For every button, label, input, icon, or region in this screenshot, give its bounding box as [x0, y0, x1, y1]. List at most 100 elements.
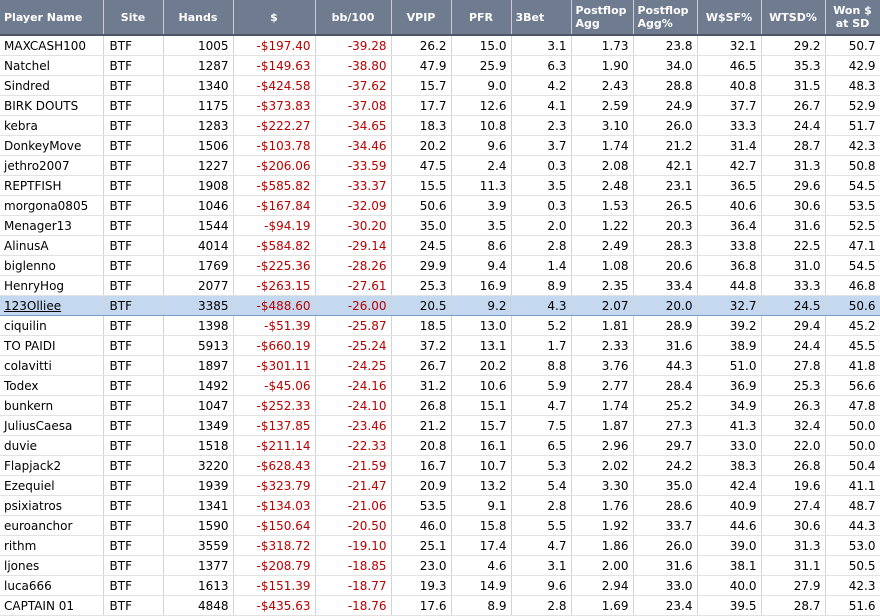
hands-cell: 1518: [163, 435, 234, 456]
table-row[interactable]: JuliusCaesa BTF 1349 -$137.85 -23.46 21.2 15.7…: [0, 415, 880, 436]
postflop-agg-cell: 1.74: [571, 135, 634, 156]
table-row[interactable]: psixiatros BTF 1341 -$134.03 -21.06 53.5 9.1 2.…: [0, 495, 880, 516]
table-row[interactable]: jethro2007 BTF 1227 -$206.06 -33.59 47.5 2.4 0.…: [0, 155, 880, 176]
3bet-cell: 0.3: [511, 155, 572, 176]
won-at-sd-cell: 45.2: [825, 315, 880, 336]
column-header-won-at-sd[interactable]: Won $ at SD: [825, 0, 880, 36]
vpip-cell: 37.2: [391, 335, 452, 356]
wsf-cell: 32.7: [697, 295, 762, 316]
won-at-sd-cell: 53.5: [825, 195, 880, 216]
wsf-cell: 31.4: [697, 135, 762, 156]
table-row[interactable]: 123Olliee BTF 3385 -$488.60 -26.00 20.5 9.2 4.3…: [0, 295, 880, 316]
table-row[interactable]: euroanchor BTF 1590 -$150.64 -20.50 46.0 15.8 5…: [0, 515, 880, 536]
table-row[interactable]: REPTFISH BTF 1908 -$585.82 -33.37 15.5 11.3 3.5…: [0, 175, 880, 196]
table-row[interactable]: Menager13 BTF 1544 -$94.19 -30.20 35.0 3.5 2.0 1…: [0, 215, 880, 236]
won-at-sd-cell: 45.5: [825, 335, 880, 356]
3bet-cell: 4.7: [511, 535, 572, 556]
player-name-cell: HenryHog: [0, 275, 104, 296]
postflop-agg-pct-cell: 33.0: [633, 575, 698, 596]
column-header-postflop-agg[interactable]: Postflop Agg: [571, 0, 634, 36]
postflop-agg-cell: 3.76: [571, 355, 634, 376]
3bet-cell: 5.3: [511, 455, 572, 476]
bb100-cell: -29.14: [315, 235, 392, 256]
table-row[interactable]: DonkeyMove BTF 1506 -$103.78 -34.46 20.2 9.6 3.…: [0, 135, 880, 156]
table-row[interactable]: Todex BTF 1492 -$45.06 -24.16 31.2 10.6 5.9 2.77…: [0, 375, 880, 396]
column-header-wtsd[interactable]: WTSD%: [761, 0, 826, 36]
column-header-hands[interactable]: Hands: [163, 0, 234, 36]
won-at-sd-cell: 51.7: [825, 115, 880, 136]
won-at-sd-cell: 54.5: [825, 255, 880, 276]
column-header-bb100[interactable]: bb/100: [315, 0, 392, 36]
site-cell: BTF: [103, 275, 164, 296]
dollars-cell: -$150.64: [233, 515, 316, 536]
wsf-cell: 33.3: [697, 115, 762, 136]
table-row[interactable]: Sindred BTF 1340 -$424.58 -37.62 15.7 9.0 4.2 2.…: [0, 75, 880, 96]
table-row[interactable]: Natchel BTF 1287 -$149.63 -38.80 47.9 25.9 6.3 1…: [0, 55, 880, 76]
column-header-postflop-agg-pct[interactable]: Postflop Agg%: [633, 0, 698, 36]
table-row[interactable]: HenryHog BTF 2077 -$263.15 -27.61 25.3 16.9 8.9…: [0, 275, 880, 296]
hands-cell: 3385: [163, 295, 234, 316]
wsf-cell: 40.6: [697, 195, 762, 216]
vpip-cell: 15.7: [391, 75, 452, 96]
player-name-cell: Todex: [0, 375, 104, 396]
player-name-cell: duvie: [0, 435, 104, 456]
3bet-cell: 5.5: [511, 515, 572, 536]
pfr-cell: 9.6: [451, 135, 512, 156]
table-row[interactable]: TO PAIDI BTF 5913 -$660.19 -25.24 37.2 13.1 1.7…: [0, 335, 880, 356]
table-row[interactable]: morgona0805 BTF 1046 -$167.84 -32.09 50.6 3.9 0…: [0, 195, 880, 216]
bb100-cell: -22.33: [315, 435, 392, 456]
bb100-cell: -37.08: [315, 95, 392, 116]
postflop-agg-pct-cell: 28.3: [633, 235, 698, 256]
player-name-cell: biglenno: [0, 255, 104, 276]
table-row[interactable]: MAXCASH100 BTF 1005 -$197.40 -39.28 26.2 15.0 3…: [0, 35, 880, 56]
postflop-agg-pct-cell: 42.1: [633, 155, 698, 176]
column-header-vpip[interactable]: VPIP: [391, 0, 452, 36]
table-row[interactable]: BIRK DOUTS BTF 1175 -$373.83 -37.08 17.7 12.6 4…: [0, 95, 880, 116]
table-row[interactable]: bunkern BTF 1047 -$252.33 -24.10 26.8 15.1 4.7 1…: [0, 395, 880, 416]
hands-cell: 3220: [163, 455, 234, 476]
table-row[interactable]: duvie BTF 1518 -$211.14 -22.33 20.8 16.1 6.5 2.9…: [0, 435, 880, 456]
wtsd-cell: 26.8: [761, 455, 826, 476]
pfr-cell: 14.9: [451, 575, 512, 596]
table-row[interactable]: ljones BTF 1377 -$208.79 -18.85 23.0 4.6 3.1 2.0…: [0, 555, 880, 576]
site-cell: BTF: [103, 555, 164, 576]
pfr-cell: 15.1: [451, 395, 512, 416]
postflop-agg-cell: 2.48: [571, 175, 634, 196]
table-row[interactable]: CAPTAIN 01 BTF 4848 -$435.63 -18.76 17.6 8.9 2.…: [0, 595, 880, 616]
table-row[interactable]: colavitti BTF 1897 -$301.11 -24.25 26.7 20.2 8.…: [0, 355, 880, 376]
postflop-agg-cell: 3.30: [571, 475, 634, 496]
table-row[interactable]: AlinusA BTF 4014 -$584.82 -29.14 24.5 8.6 2.8 2.…: [0, 235, 880, 256]
postflop-agg-pct-cell: 24.2: [633, 455, 698, 476]
3bet-cell: 5.9: [511, 375, 572, 396]
column-header-player-name[interactable]: Player Name: [0, 0, 104, 36]
won-at-sd-cell: 50.6: [825, 295, 880, 316]
wtsd-cell: 31.3: [761, 155, 826, 176]
player-name-cell: psixiatros: [0, 495, 104, 516]
wtsd-cell: 31.6: [761, 215, 826, 236]
site-cell: BTF: [103, 535, 164, 556]
3bet-cell: 1.4: [511, 255, 572, 276]
table-row[interactable]: rithm BTF 3559 -$318.72 -19.10 25.1 17.4 4.7 1.8…: [0, 535, 880, 556]
column-header-site[interactable]: Site: [103, 0, 164, 36]
table-row[interactable]: luca666 BTF 1613 -$151.39 -18.77 19.3 14.9 9.6 2…: [0, 575, 880, 596]
site-cell: BTF: [103, 495, 164, 516]
postflop-agg-pct-cell: 28.4: [633, 375, 698, 396]
player-name-cell: bunkern: [0, 395, 104, 416]
table-row[interactable]: ciquilin BTF 1398 -$51.39 -25.87 18.5 13.0 5.2 1…: [0, 315, 880, 336]
postflop-agg-pct-cell: 31.6: [633, 335, 698, 356]
table-row[interactable]: Ezequiel BTF 1939 -$323.79 -21.47 20.9 13.2 5.4…: [0, 475, 880, 496]
column-header-3bet[interactable]: 3Bet: [511, 0, 572, 36]
postflop-agg-pct-cell: 20.0: [633, 295, 698, 316]
wsf-cell: 38.3: [697, 455, 762, 476]
column-header-pfr[interactable]: PFR: [451, 0, 512, 36]
postflop-agg-pct-cell: 29.7: [633, 435, 698, 456]
table-row[interactable]: kebra BTF 1283 -$222.27 -34.65 18.3 10.8 2.3 3.1…: [0, 115, 880, 136]
site-cell: BTF: [103, 375, 164, 396]
column-header-dollars[interactable]: $: [233, 0, 316, 36]
wsf-cell: 38.9: [697, 335, 762, 356]
table-row[interactable]: biglenno BTF 1769 -$225.36 -28.26 29.9 9.4 1.4 1…: [0, 255, 880, 276]
won-at-sd-cell: 53.0: [825, 535, 880, 556]
table-row[interactable]: Flapjack2 BTF 3220 -$628.43 -21.59 16.7 10.7 5.…: [0, 455, 880, 476]
column-header-wsf[interactable]: W$SF%: [697, 0, 762, 36]
postflop-agg-cell: 1.86: [571, 535, 634, 556]
